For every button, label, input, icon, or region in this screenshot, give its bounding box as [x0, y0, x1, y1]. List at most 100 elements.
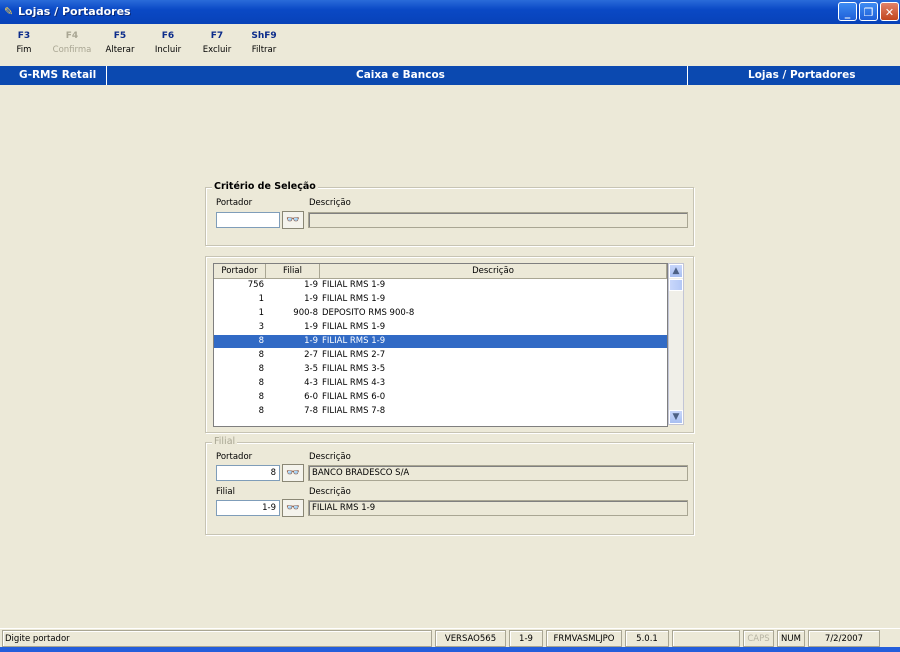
tool-key: F5 [113, 31, 127, 41]
cell-portador: 8 [258, 364, 264, 374]
scroll-thumb[interactable] [669, 279, 683, 291]
tool-label: Excluir [202, 45, 232, 55]
tool-key: F7 [210, 31, 224, 41]
cell-filial: 900-8 [293, 308, 318, 318]
cell-filial: 3-5 [304, 364, 318, 374]
filial-desc-label: Descrição [309, 487, 351, 497]
status-form: FRMVASMLJPO [546, 630, 622, 647]
status-version: VERSAO565 [435, 630, 506, 647]
minimize-button[interactable]: _ [838, 2, 857, 21]
status-bar: Digite portador VERSAO565 1-9 FRMVASMLJP… [0, 628, 900, 648]
cell-descricao: FILIAL RMS 1-9 [322, 280, 386, 290]
status-empty [672, 630, 740, 647]
cell-filial: 1-9 [304, 322, 318, 332]
table-row[interactable]: 8 7-8 FILIAL RMS 7-8 [214, 405, 667, 418]
cell-descricao: FILIAL RMS 1-9 [322, 294, 386, 304]
table-row[interactable]: 8 4-3 FILIAL RMS 4-3 [214, 377, 667, 390]
table-row[interactable]: 3 1-9 FILIAL RMS 1-9 [214, 321, 667, 334]
column-header-descricao[interactable]: Descrição [320, 264, 667, 278]
tool-key: F6 [161, 31, 175, 41]
table-row[interactable]: 8 2-7 FILIAL RMS 2-7 [214, 349, 667, 362]
tool-excluir[interactable]: F7 Excluir [197, 31, 237, 55]
filial-input[interactable]: 1-9 [216, 500, 280, 516]
cell-descricao: FILIAL RMS 4-3 [322, 378, 386, 388]
restore-button[interactable]: ❐ [859, 2, 878, 21]
cell-portador: 8 [258, 406, 264, 416]
header-divider [687, 66, 688, 85]
status-build: 5.0.1 [625, 630, 669, 647]
cell-descricao: FILIAL RMS 7-8 [322, 406, 386, 416]
cell-filial: 2-7 [304, 350, 318, 360]
table-row[interactable]: 1 900-8 DEPOSITO RMS 900-8 [214, 307, 667, 320]
filial-portador-input[interactable]: 8 [216, 465, 280, 481]
grid-vertical-scrollbar[interactable]: ▲ ▼ [668, 263, 684, 425]
results-grid[interactable]: Portador Filial Descrição 756 1-9 FILIAL R… [213, 263, 668, 427]
cell-portador: 756 [247, 280, 264, 290]
tool-label: Confirma [52, 45, 92, 55]
tool-filtrar[interactable]: ShF9 Filtrar [244, 31, 284, 55]
filial-portador-lookup-button[interactable]: 👓 [282, 464, 304, 482]
tool-label: Alterar [105, 45, 135, 55]
table-row[interactable]: 756 1-9 FILIAL RMS 1-9 [214, 279, 667, 292]
cell-filial: 1-9 [304, 294, 318, 304]
table-row[interactable]: 8 3-5 FILIAL RMS 3-5 [214, 363, 667, 376]
header-divider [106, 66, 107, 85]
status-date: 7/2/2007 [808, 630, 880, 647]
table-row[interactable]: 8 6-0 FILIAL RMS 6-0 [214, 391, 667, 404]
portador-label: Portador [216, 198, 253, 208]
cell-portador: 1 [258, 308, 264, 318]
close-button[interactable]: ✕ [880, 2, 899, 21]
group-title: Critério de Seleção [212, 181, 318, 192]
tool-confirma[interactable]: F4 Confirma [52, 31, 92, 55]
tool-alterar[interactable]: F5 Alterar [100, 31, 140, 55]
app-name: G-RMS Retail [19, 69, 97, 81]
table-row[interactable]: 1 1-9 FILIAL RMS 1-9 [214, 293, 667, 306]
scroll-down-icon[interactable]: ▼ [669, 410, 683, 424]
cell-descricao: FILIAL RMS 2-7 [322, 350, 386, 360]
taskbar-edge [0, 647, 900, 652]
column-header-filial[interactable]: Filial [266, 264, 320, 278]
portador-lookup-button[interactable]: 👓 [282, 211, 304, 229]
module-name: Caixa e Bancos [356, 69, 445, 81]
filial-portador-desc-label: Descrição [309, 452, 351, 462]
filial-portador-label: Portador [216, 452, 253, 462]
tool-label: Filtrar [251, 45, 277, 55]
filial-portador-desc-field: BANCO BRADESCO S/A [308, 465, 688, 481]
cell-filial: 6-0 [304, 392, 318, 402]
descricao-search-field [308, 212, 688, 228]
binoculars-icon: 👓 [286, 501, 300, 514]
scroll-up-icon[interactable]: ▲ [669, 264, 683, 278]
filial-lookup-button[interactable]: 👓 [282, 499, 304, 517]
cell-portador: 8 [258, 336, 264, 346]
tool-key: ShF9 [251, 31, 277, 41]
cell-filial: 1-9 [304, 336, 318, 346]
status-message: Digite portador [2, 630, 432, 647]
table-row-selected[interactable]: 8 1-9 FILIAL RMS 1-9 [214, 335, 667, 348]
tool-key: F3 [17, 31, 31, 41]
tool-fim[interactable]: F3 Fim [4, 31, 44, 55]
column-header-portador[interactable]: Portador [214, 264, 266, 278]
tool-incluir[interactable]: F6 Incluir [148, 31, 188, 55]
cell-descricao: FILIAL RMS 3-5 [322, 364, 386, 374]
cell-descricao: DEPOSITO RMS 900-8 [322, 308, 415, 318]
filial-desc-field: FILIAL RMS 1-9 [308, 500, 688, 516]
cell-portador: 8 [258, 378, 264, 388]
title-bar: ✎ Lojas / Portadores _ ❐ ✕ [0, 0, 900, 24]
cell-portador: 3 [258, 322, 264, 332]
cell-descricao: FILIAL RMS 6-0 [322, 392, 386, 402]
function-key-toolbar: F3 Fim F4 Confirma F5 Alterar F6 Incluir… [0, 24, 900, 64]
descricao-label: Descrição [309, 198, 351, 208]
binoculars-icon: 👓 [286, 466, 300, 479]
status-num: NUM [777, 630, 805, 647]
module-header-bar: G-RMS Retail Caixa e Bancos Lojas / Port… [0, 66, 900, 85]
cell-portador: 1 [258, 294, 264, 304]
cell-filial: 1-9 [304, 280, 318, 290]
cell-descricao: FILIAL RMS 1-9 [322, 336, 386, 346]
cell-filial: 7-8 [304, 406, 318, 416]
screen-name: Lojas / Portadores [748, 69, 856, 81]
status-caps: CAPS [743, 630, 774, 647]
tool-label: Incluir [154, 45, 182, 55]
grid-header: Portador Filial Descrição [214, 264, 667, 279]
filial-group: Filial [205, 436, 694, 535]
portador-search-input[interactable] [216, 212, 280, 228]
